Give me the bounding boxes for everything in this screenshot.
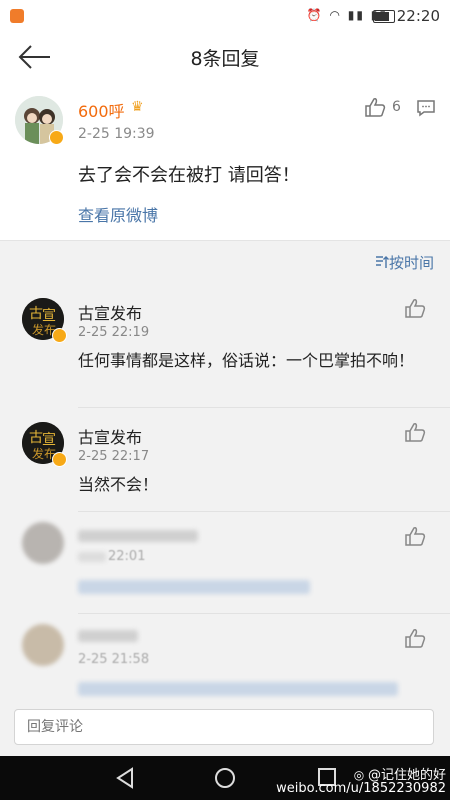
svg-text:古: 古: [29, 306, 43, 322]
reply-comment-input[interactable]: [14, 709, 434, 745]
sort-label: 按时间: [388, 254, 434, 272]
status-time: 22:20: [396, 7, 440, 25]
header: 8条回复: [0, 32, 450, 82]
like-icon: [405, 629, 426, 648]
reply-input-bar: [0, 700, 450, 756]
reply-time: 22:01: [108, 549, 146, 564]
comment-button[interactable]: [416, 99, 436, 121]
reply-item: 古 宣 发布 古宣发布 2-25 22:19 任何事情都是这样，俗话说：一个巴掌…: [0, 284, 450, 408]
reply-time: 2-25 22:17: [78, 449, 150, 464]
like-button[interactable]: [404, 422, 426, 446]
like-button[interactable]: [364, 97, 386, 121]
like-icon: [405, 527, 426, 546]
like-count: 6: [392, 99, 401, 115]
reply-item: 22:01: [0, 512, 450, 614]
avatar[interactable]: [22, 522, 64, 564]
redacted-reply-text: [78, 580, 310, 594]
post-text: 去了会不会在被打 请回答！: [78, 165, 300, 186]
like-icon: [365, 98, 386, 117]
nav-home-icon: [215, 768, 235, 788]
redacted-username: [78, 630, 138, 642]
like-icon: [405, 299, 426, 318]
svg-text:宣: 宣: [42, 308, 56, 324]
status-bar: ⏰ ◠ ▮▮ ▮▮ 22:20: [0, 0, 450, 32]
redacted-date: [78, 552, 106, 562]
post-author[interactable]: 600呼: [78, 98, 125, 122]
redacted-username: [78, 530, 198, 542]
like-icon: [405, 423, 426, 442]
like-button[interactable]: [404, 628, 426, 652]
comment-icon: [417, 100, 435, 117]
verified-badge: [52, 452, 67, 467]
verified-badge: [52, 328, 67, 343]
sort-icon: [375, 256, 389, 268]
reply-time: 2-25 21:58: [78, 652, 150, 667]
like-button[interactable]: [404, 526, 426, 550]
reply-author[interactable]: 古宣发布: [78, 424, 142, 448]
nav-back-button[interactable]: [114, 766, 136, 794]
reply-text: 当然不会！: [78, 475, 159, 494]
battery-icon: [373, 10, 395, 23]
reply-item: 古 宣 发布 古宣发布 2-25 22:17 当然不会！: [0, 408, 450, 512]
verified-badge: [49, 130, 64, 145]
original-post: 600呼 ♛ 2-25 19:39 6 去了会不会在被打 请回答！ 查看原微博: [0, 82, 450, 241]
system-navigation-bar: ◎ @记住她的好 weibo.com/u/1852230982: [0, 756, 450, 800]
notification-icon: [10, 9, 24, 23]
view-original-link[interactable]: 查看原微博: [78, 202, 158, 226]
reply-author[interactable]: 古宣发布: [78, 300, 142, 324]
watermark-url: weibo.com/u/1852230982: [276, 781, 446, 796]
reply-time: 2-25 22:19: [78, 325, 150, 340]
sort-bar: 按时间: [0, 240, 450, 284]
crown-icon: ♛: [131, 99, 144, 115]
reply-item: 2-25 21:58: [0, 614, 450, 700]
svg-text:古: 古: [29, 430, 43, 446]
redacted-reply-text: [78, 682, 398, 696]
nav-home-button[interactable]: [213, 766, 237, 794]
post-time: 2-25 19:39: [78, 126, 155, 142]
like-button[interactable]: [404, 298, 426, 322]
page-title: 8条回复: [190, 48, 260, 70]
avatar[interactable]: [22, 624, 64, 666]
nav-back-icon: [116, 767, 133, 789]
sort-by-time-button[interactable]: 按时间: [375, 252, 434, 273]
svg-text:宣: 宣: [42, 432, 56, 448]
reply-text: 任何事情都是这样，俗话说：一个巴掌拍不响！: [78, 351, 415, 370]
